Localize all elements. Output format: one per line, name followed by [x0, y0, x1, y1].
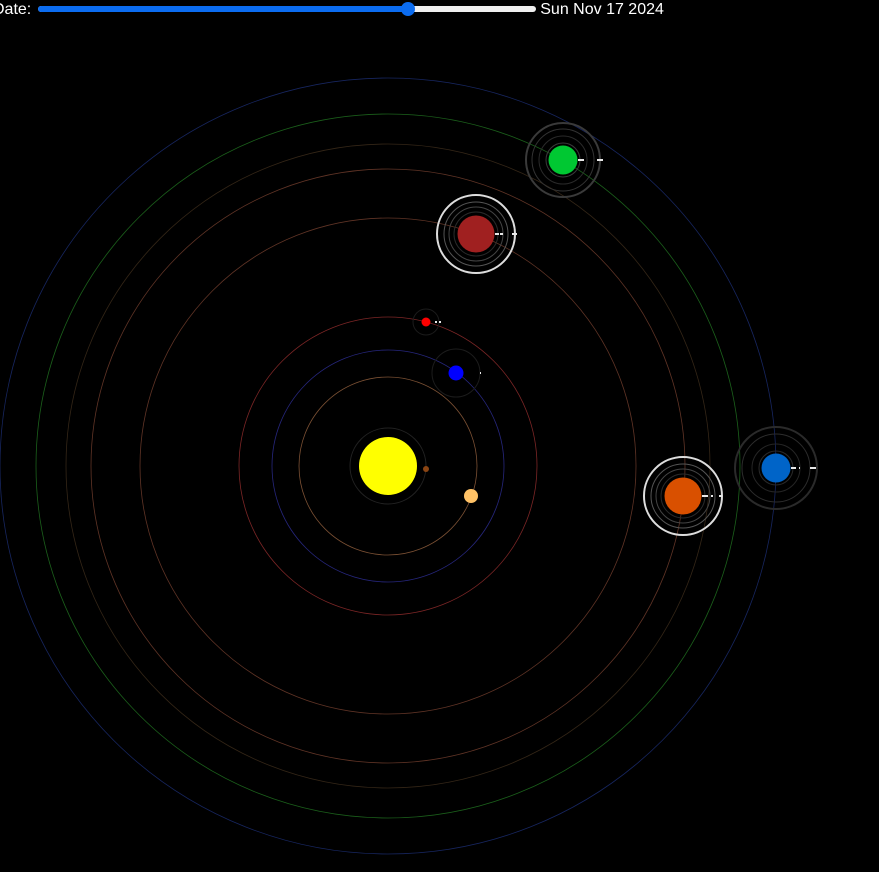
planet-earth: [448, 365, 464, 381]
planet-jupiter-moon-1: [495, 233, 499, 235]
sun: [359, 437, 417, 495]
planet-neptune-moon-3: [810, 467, 816, 469]
planet-venus: [464, 489, 478, 503]
planet-neptune-moon-2: [799, 467, 800, 469]
planet-jupiter-moon-3: [512, 233, 517, 235]
planet-mercury: [423, 466, 429, 472]
planet-mars: [421, 317, 431, 327]
planet-saturn-moon-2: [711, 495, 713, 497]
planet-saturn-moon-1: [702, 495, 708, 497]
planet-uranus-moon-2: [597, 159, 603, 161]
planet-jupiter: [457, 215, 495, 253]
planet-neptune: [761, 453, 791, 483]
planet-uranus-moon-1: [578, 159, 584, 161]
planet-saturn: [664, 477, 702, 515]
planet-neptune-moon-1: [791, 467, 796, 469]
planet-saturn-moon-3: [719, 495, 722, 497]
planet-mars-moon-1: [435, 321, 437, 323]
planet-uranus: [548, 145, 578, 175]
planet-mars-moon-2: [439, 321, 441, 323]
solar-system-view: [0, 77, 818, 855]
planet-earth-moon-1: [480, 372, 481, 374]
planet-jupiter-moon-2: [500, 233, 503, 235]
